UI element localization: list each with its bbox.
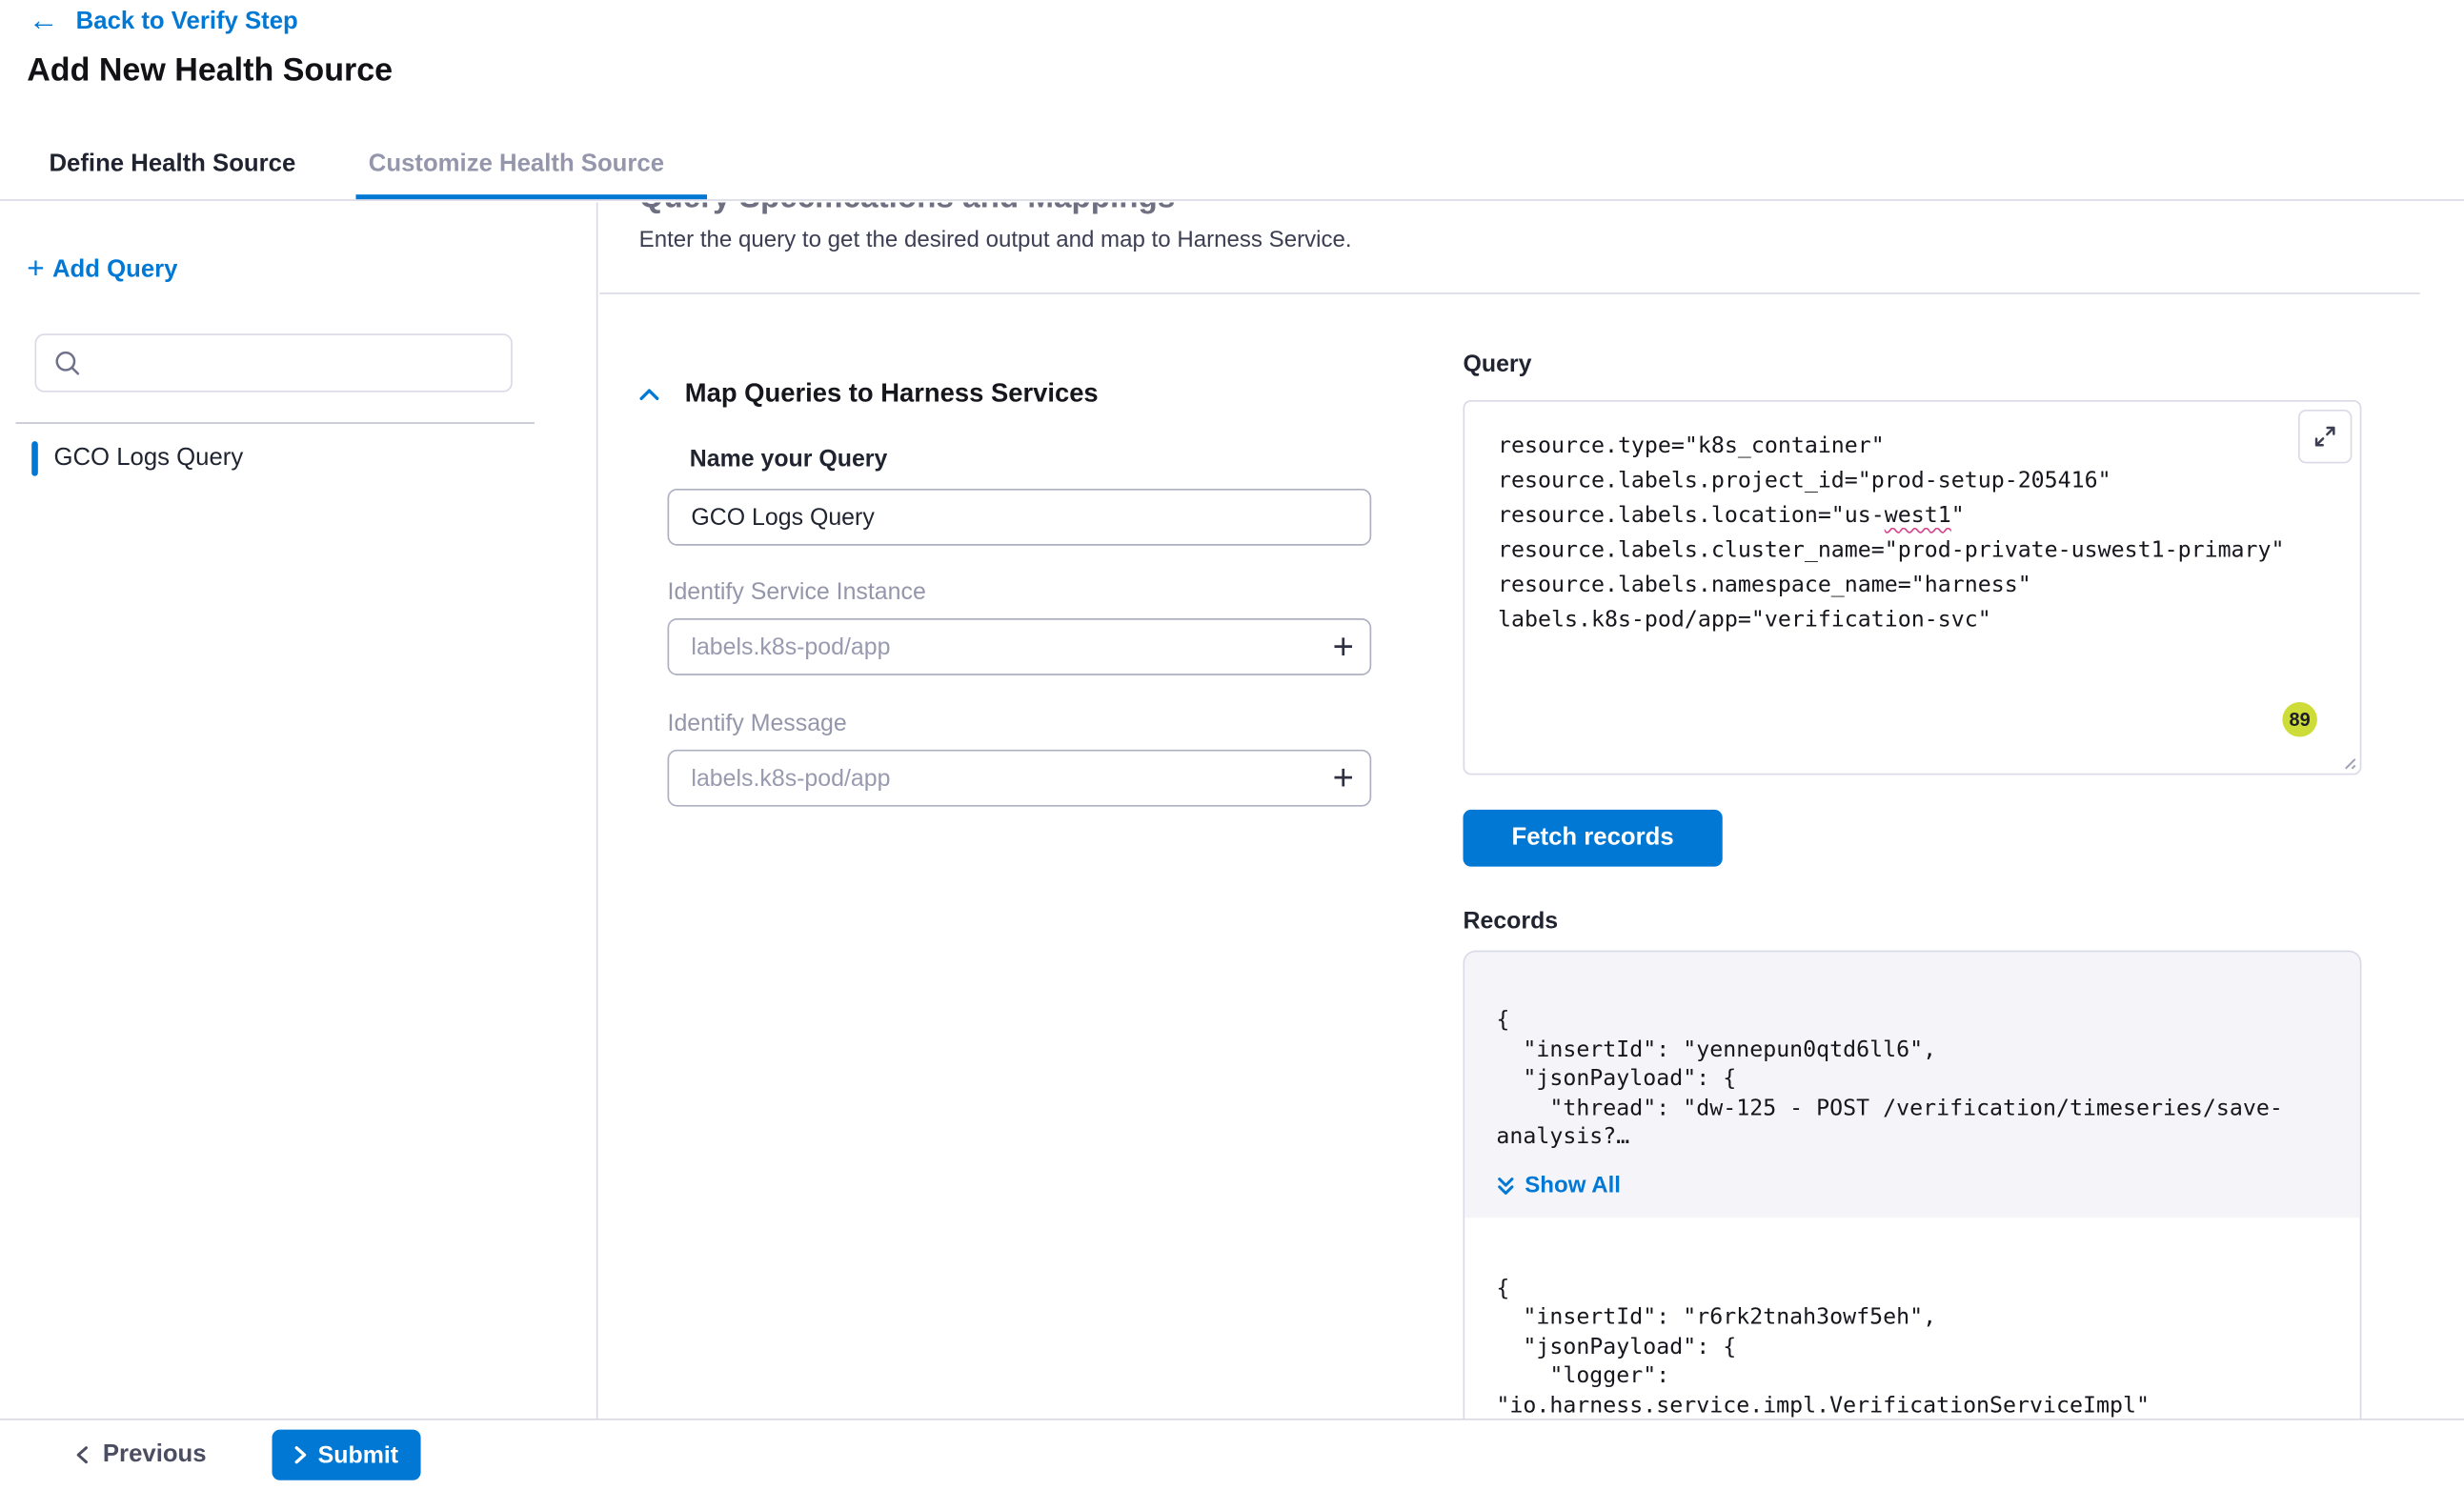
char-count-badge: 89: [2282, 702, 2317, 737]
back-link[interactable]: ← Back to Verify Step: [29, 7, 298, 37]
add-service-instance-button[interactable]: +: [1333, 629, 1354, 665]
query-sidebar: + Add Query GCO Logs Query: [0, 202, 597, 1419]
arrow-left-icon: ←: [29, 7, 59, 37]
query-item-label: GCO Logs Query: [53, 444, 243, 473]
message-field: +: [668, 750, 1372, 807]
fullscreen-icon: [2313, 424, 2338, 450]
tab-define-health-source[interactable]: Define Health Source: [49, 127, 295, 201]
service-instance-field: +: [668, 618, 1372, 675]
search-input[interactable]: [35, 333, 513, 392]
add-message-button[interactable]: +: [1333, 760, 1354, 796]
spellcheck-flagged-text: west1: [1885, 503, 1951, 529]
name-your-query-label: Name your Query: [690, 446, 888, 473]
identify-message-label: Identify Message: [668, 710, 847, 736]
records-panel: { "insertId": "yennepun0qtd6ll6", "jsonP…: [1464, 951, 2362, 1419]
page-title: Add New Health Source: [27, 52, 393, 91]
query-text: resource.type="k8s_container" resource.l…: [1498, 429, 2334, 637]
content-area: + Add Query GCO Logs Query Query Specifi…: [0, 202, 2464, 1419]
add-query-label: Add Query: [52, 255, 178, 284]
chevron-up-icon[interactable]: [639, 388, 660, 402]
submit-label: Submit: [318, 1441, 398, 1468]
records-label: Records: [1464, 908, 1559, 935]
previous-label: Previous: [103, 1440, 207, 1469]
section-divider: [599, 292, 2420, 294]
active-tab-indicator: [356, 194, 708, 199]
plus-icon: +: [27, 254, 44, 285]
tab-bar: Define Health Source Customize Health So…: [0, 127, 2464, 201]
query-name-input[interactable]: [668, 489, 1372, 546]
record-item: { "insertId": "r6rk2tnah3owf5eh", "jsonP…: [1464, 1217, 2360, 1419]
tab-customize-health-source[interactable]: Customize Health Source: [369, 127, 664, 201]
query-search: [35, 333, 513, 392]
map-queries-heading: Map Queries to Harness Services: [685, 379, 1099, 410]
show-all-label: Show All: [1525, 1173, 1621, 1198]
map-queries-section-header: Map Queries to Harness Services: [639, 379, 1099, 410]
record-json: { "insertId": "r6rk2tnah3owf5eh", "jsonP…: [1496, 1274, 2328, 1419]
section-subtitle: Enter the query to get the desired outpu…: [639, 228, 1352, 253]
service-instance-input[interactable]: [668, 618, 1372, 675]
selected-indicator: [31, 441, 38, 476]
message-input[interactable]: [668, 750, 1372, 807]
section-title: Query Specifications and Mappings: [639, 202, 1176, 216]
previous-button[interactable]: Previous: [76, 1420, 207, 1490]
query-name-field: [668, 489, 1372, 546]
resize-handle[interactable]: [2339, 753, 2356, 770]
submit-button[interactable]: Submit: [273, 1430, 421, 1480]
identify-service-instance-label: Identify Service Instance: [668, 579, 926, 606]
page-header: ← Back to Verify Step Add New Health Sou…: [0, 0, 2464, 127]
add-query-button[interactable]: + Add Query: [27, 254, 177, 285]
record-json: { "insertId": "yennepun0qtd6ll6", "jsonP…: [1496, 1006, 2328, 1153]
expand-query-button[interactable]: [2298, 410, 2352, 463]
query-mappings-panel: Query Specifications and Mappings Enter …: [599, 202, 2464, 1419]
show-all-link[interactable]: Show All: [1496, 1173, 2328, 1198]
sidebar-divider: [16, 422, 535, 424]
fetch-records-button[interactable]: Fetch records: [1464, 810, 1723, 867]
record-item: { "insertId": "yennepun0qtd6ll6", "jsonP…: [1464, 952, 2360, 1217]
query-label: Query: [1464, 352, 1532, 378]
query-editor[interactable]: resource.type="k8s_container" resource.l…: [1464, 400, 2362, 775]
query-list-item[interactable]: GCO Logs Query: [31, 436, 243, 480]
wizard-footer: Previous Submit: [0, 1419, 2464, 1488]
double-chevron-down-icon: [1496, 1175, 1515, 1197]
add-health-source-page: ← Back to Verify Step Add New Health Sou…: [0, 0, 2464, 1488]
chevron-left-icon: [76, 1445, 89, 1464]
chevron-right-icon: [294, 1445, 307, 1464]
back-link-label: Back to Verify Step: [76, 7, 298, 35]
